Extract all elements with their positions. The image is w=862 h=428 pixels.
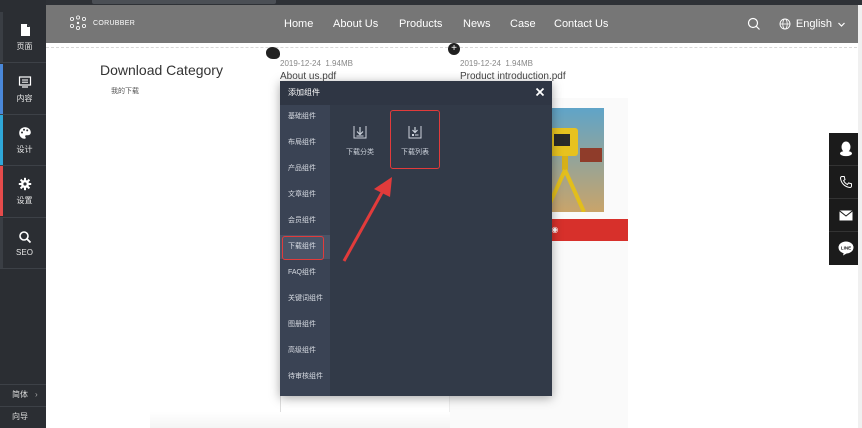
page-scrollbar[interactable]	[858, 5, 862, 428]
annotation-arrow-icon	[342, 177, 392, 262]
category-advanced[interactable]: 高级组件	[280, 339, 330, 363]
nav-link-case[interactable]: Case	[510, 5, 536, 43]
category-faq[interactable]: FAQ组件	[280, 261, 330, 285]
sidebar-item-label: 设置	[16, 195, 33, 205]
nav-link-home[interactable]: Home	[284, 5, 313, 43]
highlight-download-list	[390, 110, 440, 169]
add-icon[interactable]: +	[448, 43, 460, 55]
sidebar-item-page[interactable]: 页面	[0, 12, 46, 62]
sidebar-item-label: 页面	[16, 41, 33, 51]
content-icon	[18, 75, 31, 88]
category-pending[interactable]: 待审核组件	[280, 365, 330, 389]
svg-text:LINE: LINE	[840, 245, 850, 250]
file-meta-2: 2019-12-24 1.94MB	[460, 59, 533, 68]
sidebar-item-label: 设计	[16, 144, 33, 154]
sidebar-item-label: SEO	[16, 247, 33, 257]
sidebar-language-switch[interactable]: 简体 ›	[0, 384, 46, 404]
component-label: 下载分类	[346, 149, 374, 156]
site-logo[interactable]: CORUBBER	[68, 15, 135, 31]
download-category-subtitle[interactable]: 我的下载	[111, 86, 139, 96]
category-keyword[interactable]: 关键词组件	[280, 287, 330, 311]
nav-link-about[interactable]: About Us	[333, 5, 378, 43]
language-selector[interactable]: English	[796, 18, 832, 30]
category-layout[interactable]: 布局组件	[280, 131, 330, 155]
bottom-shadow	[150, 412, 450, 428]
close-icon[interactable]	[534, 86, 546, 98]
sidebar-item-content[interactable]: 内容	[0, 64, 46, 114]
download-category-title: Download Category	[100, 62, 223, 78]
logo-text: CORUBBER	[93, 19, 136, 27]
dialog-header: 添加组件	[280, 81, 552, 105]
category-member[interactable]: 会员组件	[280, 209, 330, 233]
sidebar-item-label: 内容	[16, 93, 33, 103]
nav-link-news[interactable]: News	[463, 5, 491, 43]
category-product[interactable]: 产品组件	[280, 157, 330, 181]
file-size: 1.94MB	[505, 59, 533, 68]
search-icon[interactable]	[747, 17, 761, 31]
sidebar-guide-button[interactable]: 向导	[0, 406, 46, 426]
chevron-down-icon[interactable]	[837, 20, 846, 29]
dialog-title: 添加组件	[288, 88, 320, 97]
globe-icon	[779, 18, 791, 30]
editor-root: CORUBBER Home About Us Products News Cas…	[0, 0, 862, 428]
gear-icon	[18, 177, 31, 190]
sidebar-item-seo[interactable]: SEO	[0, 218, 46, 268]
nav-link-products[interactable]: Products	[399, 5, 442, 43]
toolbar-tab[interactable]	[176, 0, 276, 4]
file-date: 2019-12-24	[460, 59, 501, 68]
file-meta-1: 2019-12-24 1.94MB	[280, 59, 353, 68]
sidebar-divider	[0, 62, 46, 63]
sidebar-item-design[interactable]: 设计	[0, 115, 46, 165]
palette-icon	[18, 126, 31, 139]
category-article[interactable]: 文章组件	[280, 183, 330, 207]
page-icon	[20, 23, 30, 36]
category-basic[interactable]: 基础组件	[280, 105, 330, 129]
toolbar-tab[interactable]	[92, 0, 182, 4]
download-category-icon	[353, 126, 367, 139]
file-size: 1.94MB	[325, 59, 353, 68]
nav-link-contact[interactable]: Contact Us	[554, 5, 608, 43]
drag-handle-icon[interactable]	[266, 47, 280, 59]
component-download-category[interactable]: 下载分类	[338, 113, 382, 165]
highlight-download-category	[282, 236, 324, 260]
eye-icon: ◉	[551, 225, 559, 234]
nav-right-group: English	[747, 5, 846, 43]
file-date: 2019-12-24	[280, 59, 321, 68]
logo-dots-icon	[70, 15, 86, 30]
sidebar-divider	[0, 268, 46, 269]
chevron-right-icon: ›	[35, 390, 38, 399]
sidebar-item-settings[interactable]: 设置	[0, 166, 46, 216]
category-gallery[interactable]: 图册组件	[280, 313, 330, 337]
editor-sidebar: 页面 内容 设计 设置 SEO 简体 › 向导	[0, 0, 46, 428]
search-icon	[18, 230, 31, 243]
site-navbar: CORUBBER Home About Us Products News Cas…	[46, 5, 862, 43]
